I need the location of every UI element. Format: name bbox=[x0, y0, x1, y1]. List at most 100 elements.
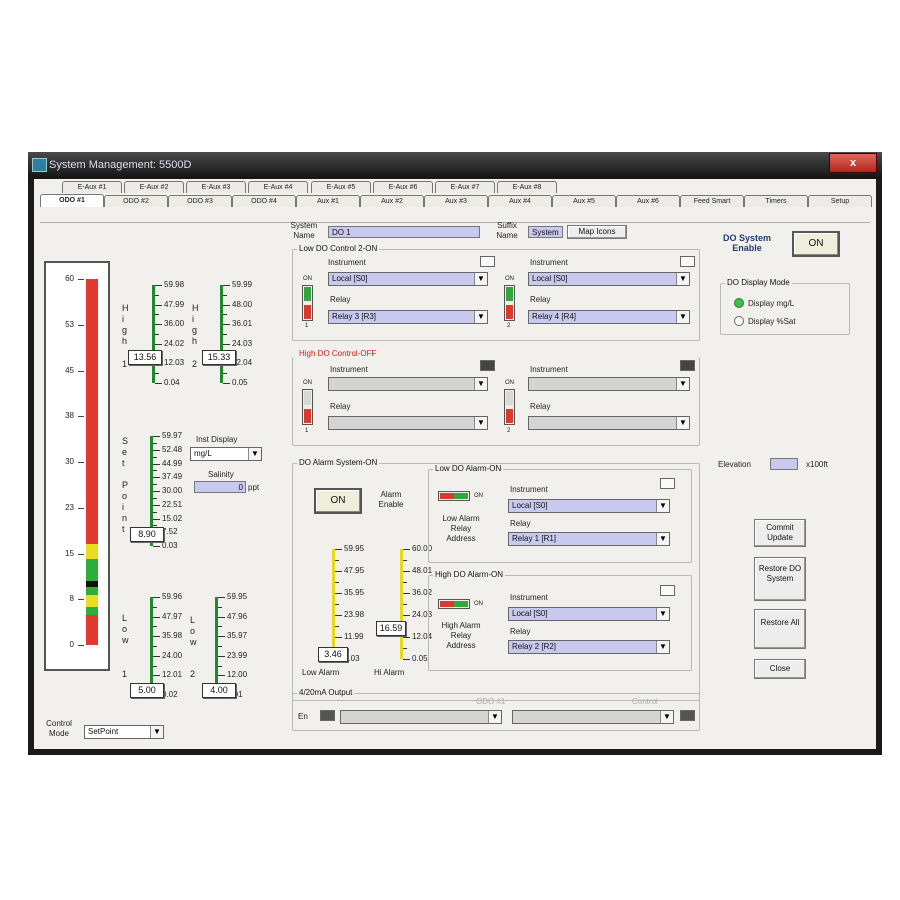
high2-value-thumb[interactable]: 15.33 bbox=[202, 350, 236, 365]
high2-tick bbox=[223, 324, 230, 326]
tab-feed-smart[interactable]: Feed Smart bbox=[680, 195, 744, 207]
high-do-right-relay-select[interactable]: ▼ bbox=[528, 416, 690, 430]
high-do-left-switch[interactable] bbox=[302, 389, 313, 425]
low-alarm-relay-select[interactable]: Relay 1 [R1] ▼ bbox=[508, 532, 670, 546]
chevron-down-icon[interactable]: ▼ bbox=[676, 273, 689, 285]
high1-value-thumb[interactable]: 13.56 bbox=[128, 350, 162, 365]
high-do-right-toggle-icon[interactable] bbox=[680, 360, 695, 371]
tab-eaux-6[interactable]: E-Aux #6 bbox=[373, 181, 433, 193]
salinity-input[interactable]: 0 bbox=[194, 481, 246, 493]
chevron-down-icon[interactable]: ▼ bbox=[474, 378, 487, 390]
tab-aux-5[interactable]: Aux #5 bbox=[552, 195, 616, 207]
high-alarm-instrument-select[interactable]: Local [S0] ▼ bbox=[508, 607, 670, 621]
system-name-input[interactable]: DO 1 bbox=[328, 226, 480, 238]
tab-eaux-4[interactable]: E-Aux #4 bbox=[248, 181, 308, 193]
salinity-unit: ppt bbox=[248, 483, 260, 492]
elevation-input[interactable] bbox=[770, 458, 798, 470]
commit-update-button[interactable]: Commit Update bbox=[754, 519, 806, 547]
chevron-down-icon[interactable]: ▼ bbox=[656, 608, 669, 620]
high-alarm-toggle-icon[interactable] bbox=[660, 585, 675, 596]
map-icons-button[interactable]: Map Icons bbox=[567, 225, 627, 239]
tab-odo-3[interactable]: ODO #3 bbox=[168, 195, 232, 207]
low-do-left-switch[interactable] bbox=[302, 285, 313, 321]
tab-aux-1[interactable]: Aux #1 bbox=[296, 195, 360, 207]
low-do-left-relay-label: Relay bbox=[330, 295, 351, 304]
output-enable-checkbox[interactable] bbox=[320, 710, 335, 721]
low1-value-thumb[interactable]: 5.00 bbox=[130, 683, 164, 698]
suffix-name-input[interactable]: System bbox=[528, 226, 563, 238]
low-alarm-slider-value-thumb[interactable]: 3.46 bbox=[318, 647, 348, 662]
chevron-down-icon[interactable]: ▼ bbox=[474, 311, 487, 323]
hi-alarm-slider-value-thumb[interactable]: 16.59 bbox=[376, 621, 406, 636]
high1-tick bbox=[155, 383, 162, 384]
low-do-right-relay-select[interactable]: Relay 4 [R4] ▼ bbox=[528, 310, 690, 324]
low-alarm-slider-label: Low Alarm bbox=[302, 668, 340, 677]
low-do-left-instrument-select[interactable]: Local [S0] ▼ bbox=[328, 272, 488, 286]
low-do-right-toggle-icon[interactable] bbox=[680, 256, 695, 267]
low-alarm-toggle-icon[interactable] bbox=[660, 478, 675, 489]
high-do-right-instrument-select[interactable]: ▼ bbox=[528, 377, 690, 391]
restore-all-button[interactable]: Restore All bbox=[754, 609, 806, 649]
display-sat-radio[interactable] bbox=[734, 316, 744, 326]
low2-value-thumb[interactable]: 4.00 bbox=[202, 683, 236, 698]
low-do-right-instrument-select[interactable]: Local [S0] ▼ bbox=[528, 272, 690, 286]
display-mgl-radio[interactable] bbox=[734, 298, 744, 308]
chevron-down-icon[interactable]: ▼ bbox=[488, 711, 501, 723]
chevron-down-icon[interactable]: ▼ bbox=[676, 378, 689, 390]
output-extra-icon[interactable] bbox=[680, 710, 695, 721]
high-alarm-relay-select[interactable]: Relay 2 [R2] ▼ bbox=[508, 640, 670, 654]
low-do-right-switch[interactable] bbox=[504, 285, 515, 321]
close-icon[interactable]: x bbox=[829, 153, 877, 173]
alarm-on-button[interactable]: ON bbox=[314, 488, 362, 514]
inst-display-select[interactable]: mg/L ▼ bbox=[190, 447, 262, 461]
tab-odo-1[interactable]: ODO #1 bbox=[40, 194, 104, 207]
low-do-left-toggle-icon[interactable] bbox=[480, 256, 495, 267]
high2-tick bbox=[223, 304, 230, 306]
low-alarm-switch[interactable] bbox=[438, 491, 470, 501]
tab-eaux-5[interactable]: E-Aux #5 bbox=[311, 181, 371, 193]
high-do-left-instrument-select[interactable]: ▼ bbox=[328, 377, 488, 391]
chevron-down-icon[interactable]: ▼ bbox=[656, 500, 669, 512]
control-mode-select[interactable]: SetPoint ▼ bbox=[84, 725, 164, 739]
chevron-down-icon[interactable]: ▼ bbox=[676, 311, 689, 323]
tab-eaux-2[interactable]: E-Aux #2 bbox=[124, 181, 184, 193]
low2-side-letter: o bbox=[190, 626, 196, 636]
do-bar-tick-label: 38 bbox=[65, 411, 74, 421]
tab-aux-3[interactable]: Aux #3 bbox=[424, 195, 488, 207]
tab-aux-6[interactable]: Aux #6 bbox=[616, 195, 680, 207]
chevron-down-icon[interactable]: ▼ bbox=[150, 726, 163, 738]
tab-setup[interactable]: Setup bbox=[808, 195, 872, 207]
tab-odo-2[interactable]: ODO #2 bbox=[104, 195, 168, 207]
tab-eaux-3[interactable]: E-Aux #3 bbox=[186, 181, 246, 193]
chevron-down-icon[interactable]: ▼ bbox=[656, 641, 669, 653]
do-system-on-button[interactable]: ON bbox=[792, 231, 840, 257]
tab-timers[interactable]: Timers bbox=[744, 195, 808, 207]
output-control-select[interactable]: ▼ bbox=[512, 710, 674, 724]
chevron-down-icon[interactable]: ▼ bbox=[656, 533, 669, 545]
low-do-left-num: 1 bbox=[305, 323, 309, 329]
chevron-down-icon[interactable]: ▼ bbox=[660, 711, 673, 723]
low-alarm-instrument-select[interactable]: Local [S0] ▼ bbox=[508, 499, 670, 513]
high-do-right-switch[interactable] bbox=[504, 389, 515, 425]
low-alarm-slider-scale-label: 35.95 bbox=[344, 588, 365, 597]
output-source-select[interactable]: ▼ bbox=[340, 710, 502, 724]
restore-do-system-button[interactable]: Restore DO System bbox=[754, 557, 806, 601]
close-button[interactable]: Close bbox=[754, 659, 806, 679]
tab-aux-2[interactable]: Aux #2 bbox=[360, 195, 424, 207]
tab-odo-4[interactable]: ODO #4 bbox=[232, 195, 296, 207]
chevron-down-icon[interactable]: ▼ bbox=[474, 417, 487, 429]
chevron-down-icon[interactable]: ▼ bbox=[676, 417, 689, 429]
tab-aux-4[interactable]: Aux #4 bbox=[488, 195, 552, 207]
display-mgl-label: Display mg/L bbox=[748, 299, 795, 308]
chevron-down-icon[interactable]: ▼ bbox=[474, 273, 487, 285]
tab-eaux-8[interactable]: E-Aux #8 bbox=[497, 181, 557, 193]
tab-eaux-1[interactable]: E-Aux #1 bbox=[62, 181, 122, 193]
high-alarm-switch[interactable] bbox=[438, 599, 470, 609]
tab-eaux-7[interactable]: E-Aux #7 bbox=[435, 181, 495, 193]
low-do-left-relay-select[interactable]: Relay 3 [R3] ▼ bbox=[328, 310, 488, 324]
setpoint-value-thumb[interactable]: 8.90 bbox=[130, 527, 164, 542]
high-do-left-toggle-icon[interactable] bbox=[480, 360, 495, 371]
low2-tick bbox=[218, 636, 225, 638]
chevron-down-icon[interactable]: ▼ bbox=[248, 448, 261, 460]
high-do-left-relay-select[interactable]: ▼ bbox=[328, 416, 488, 430]
